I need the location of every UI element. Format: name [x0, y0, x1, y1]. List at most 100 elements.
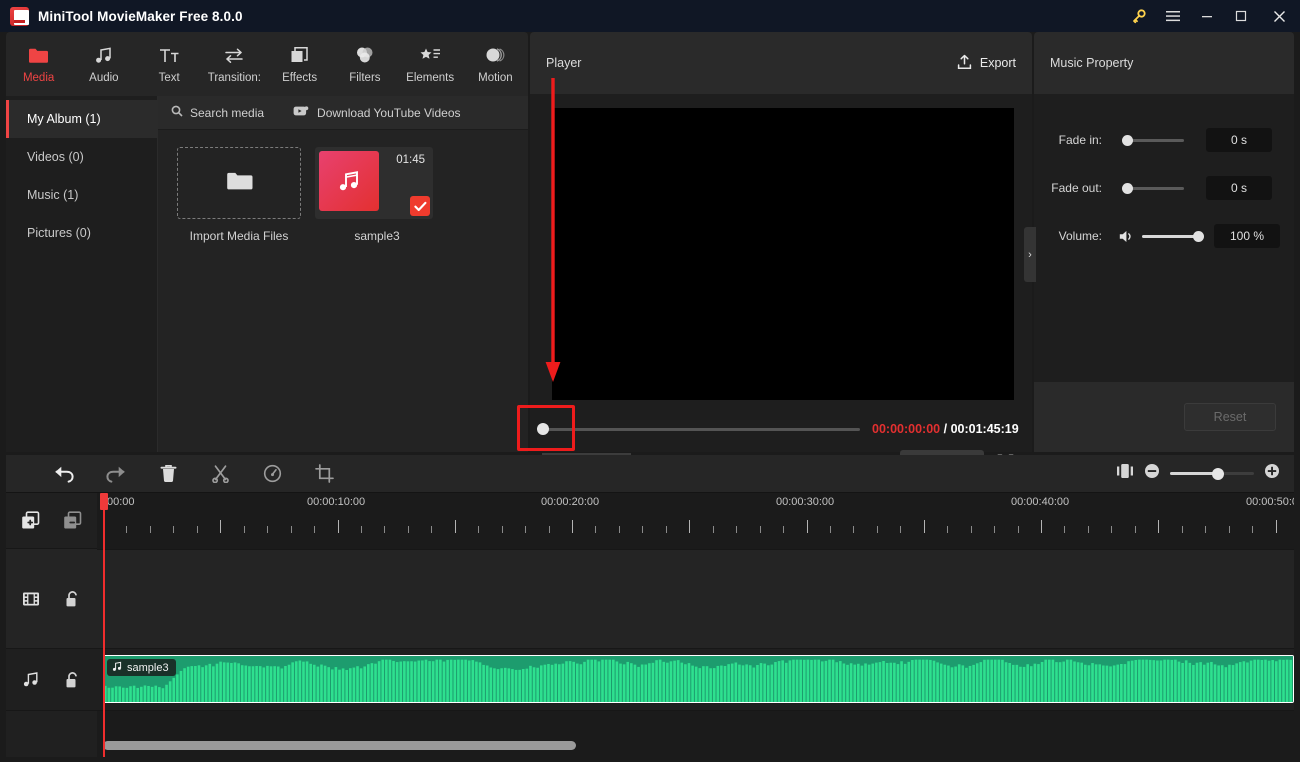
import-media-tile[interactable]: Import Media Files — [177, 147, 301, 243]
video-preview-stage[interactable] — [552, 108, 1014, 400]
media-browser: Search media Download YouTube Videos Imp… — [158, 96, 528, 452]
tab-media[interactable]: Media — [6, 32, 71, 96]
playhead-handle[interactable] — [100, 493, 108, 510]
unlock-icon[interactable] — [63, 590, 83, 608]
ruler-label: 00:00:20:00 — [541, 496, 600, 508]
redo-icon[interactable] — [90, 455, 142, 493]
media-item-thumbnail[interactable]: 01:45 — [315, 147, 433, 219]
playhead[interactable] — [100, 493, 108, 757]
album-item-videos[interactable]: Videos (0) — [6, 138, 157, 176]
fade-out-value[interactable]: 0 s — [1206, 176, 1272, 200]
tab-effects[interactable]: Effects — [267, 32, 332, 96]
ruler-label: 00:00:40:00 — [1011, 496, 1070, 508]
fit-timeline-icon[interactable] — [1116, 463, 1134, 484]
property-row-fade-in: Fade in: 0 s — [1034, 116, 1294, 164]
fade-out-slider-handle[interactable] — [1122, 182, 1133, 194]
tab-motion[interactable]: Motion — [463, 32, 528, 96]
fade-out-slider[interactable] — [1122, 182, 1184, 194]
album-list: My Album (1) Videos (0) Music (1) Pictur… — [6, 96, 158, 452]
album-item-music[interactable]: Music (1) — [6, 176, 157, 214]
zoom-slider-handle[interactable] — [1212, 467, 1224, 480]
title-bar-controls — [1122, 0, 1300, 32]
media-item-selected-badge[interactable] — [410, 196, 430, 216]
volume-value[interactable]: 100 % — [1214, 224, 1280, 248]
close-button[interactable] — [1258, 0, 1300, 32]
music-note-icon[interactable] — [21, 671, 41, 688]
volume-label: Volume: — [1058, 229, 1102, 243]
tab-audio[interactable]: Audio — [71, 32, 136, 96]
speed-gauge-icon[interactable] — [246, 455, 298, 493]
timeline-scrollbar-thumb[interactable] — [103, 741, 576, 750]
track-headers — [6, 493, 97, 757]
export-button[interactable]: Export — [957, 54, 1016, 73]
tab-text[interactable]: Text — [137, 32, 202, 96]
title-bar-left: MiniTool MovieMaker Free 8.0.0 — [0, 6, 243, 26]
seek-bar[interactable] — [537, 423, 860, 435]
tab-transitions[interactable]: Transition: — [202, 32, 267, 96]
undo-icon[interactable] — [38, 455, 90, 493]
player-panel: Player Export 00:00:00:00 / 00:01:45:19 — [530, 32, 1032, 472]
reset-button[interactable]: Reset — [1184, 403, 1276, 431]
tab-media-label: Media — [22, 71, 55, 84]
fade-in-slider-handle[interactable] — [1122, 134, 1133, 146]
app-title: MiniTool MovieMaker Free 8.0.0 — [38, 8, 243, 24]
seek-bar-row: 00:00:00:00 / 00:01:45:19 — [537, 420, 1020, 438]
timeline-zoom-slider[interactable] — [1170, 467, 1254, 480]
tab-elements[interactable]: Elements — [398, 32, 463, 96]
add-track-icon[interactable] — [21, 511, 41, 530]
clip-label: sample3 — [107, 659, 176, 676]
trash-icon[interactable] — [142, 455, 194, 493]
minimize-button[interactable] — [1190, 0, 1224, 32]
key-icon[interactable] — [1122, 0, 1156, 32]
media-toolbar: Search media Download YouTube Videos — [158, 96, 528, 130]
album-item-label: My Album (1) — [27, 112, 101, 126]
chevron-right-icon[interactable]: › — [1024, 227, 1036, 282]
zoom-out-icon[interactable] — [1144, 463, 1160, 484]
download-youtube-button[interactable]: Download YouTube Videos — [293, 105, 461, 120]
volume-icon — [1118, 229, 1136, 244]
unlock-icon[interactable] — [63, 671, 83, 689]
folder-icon — [28, 45, 49, 67]
fade-in-slider[interactable] — [1122, 134, 1184, 146]
tab-filters-label: Filters — [349, 71, 381, 84]
volume-slider[interactable] — [1142, 230, 1204, 242]
search-input[interactable]: Search media — [158, 105, 264, 120]
player-title: Player — [546, 56, 582, 70]
timeline-ruler[interactable]: 00:00 00:00:10:00 00:00:20:00 00:00:30:0… — [97, 493, 1294, 539]
current-time: 00:00:00:00 — [872, 422, 941, 436]
timeline-panel: 00:00 00:00:10:00 00:00:20:00 00:00:30:0… — [6, 455, 1294, 757]
media-grid: Import Media Files 01:45 sample3 — [158, 130, 528, 452]
seek-handle[interactable] — [537, 423, 549, 435]
export-icon — [957, 54, 972, 73]
music-note-icon — [112, 661, 122, 675]
import-media-dropzone[interactable] — [177, 147, 301, 219]
zoom-in-icon[interactable] — [1264, 463, 1280, 484]
timeline-track-music[interactable]: sample3 — [97, 649, 1294, 711]
tab-filters[interactable]: Filters — [332, 32, 397, 96]
media-item-duration: 01:45 — [396, 154, 425, 166]
ruler-label: 00:00:10:00 — [307, 496, 366, 508]
property-panel-footer: Reset — [1034, 382, 1294, 452]
tab-elements-label: Elements — [406, 71, 455, 84]
album-item-my-album[interactable]: My Album (1) — [6, 100, 157, 138]
maximize-button[interactable] — [1224, 0, 1258, 32]
timeline-clip-audio[interactable]: sample3 — [103, 655, 1294, 703]
remove-track-icon[interactable] — [63, 511, 83, 530]
ruler-label: 00:00:30:00 — [776, 496, 835, 508]
zoom-slider-fill — [1170, 472, 1217, 475]
timeline-track-video[interactable] — [97, 549, 1294, 649]
crop-icon[interactable] — [298, 455, 350, 493]
volume-slider-handle[interactable] — [1193, 230, 1204, 242]
media-item[interactable]: 01:45 sample3 — [315, 147, 439, 243]
fade-in-value[interactable]: 0 s — [1206, 128, 1272, 152]
track-header-video — [6, 549, 97, 649]
scissors-icon[interactable] — [194, 455, 246, 493]
filmstrip-icon[interactable] — [21, 591, 41, 607]
timeline-body: 00:00 00:00:10:00 00:00:20:00 00:00:30:0… — [6, 493, 1294, 757]
export-label: Export — [979, 56, 1016, 70]
tab-motion-label: Motion — [478, 71, 513, 84]
tab-effects-label: Effects — [282, 71, 318, 84]
album-item-pictures[interactable]: Pictures (0) — [6, 214, 157, 252]
hamburger-menu-icon[interactable] — [1156, 0, 1190, 32]
player-header: Player Export — [530, 32, 1032, 94]
